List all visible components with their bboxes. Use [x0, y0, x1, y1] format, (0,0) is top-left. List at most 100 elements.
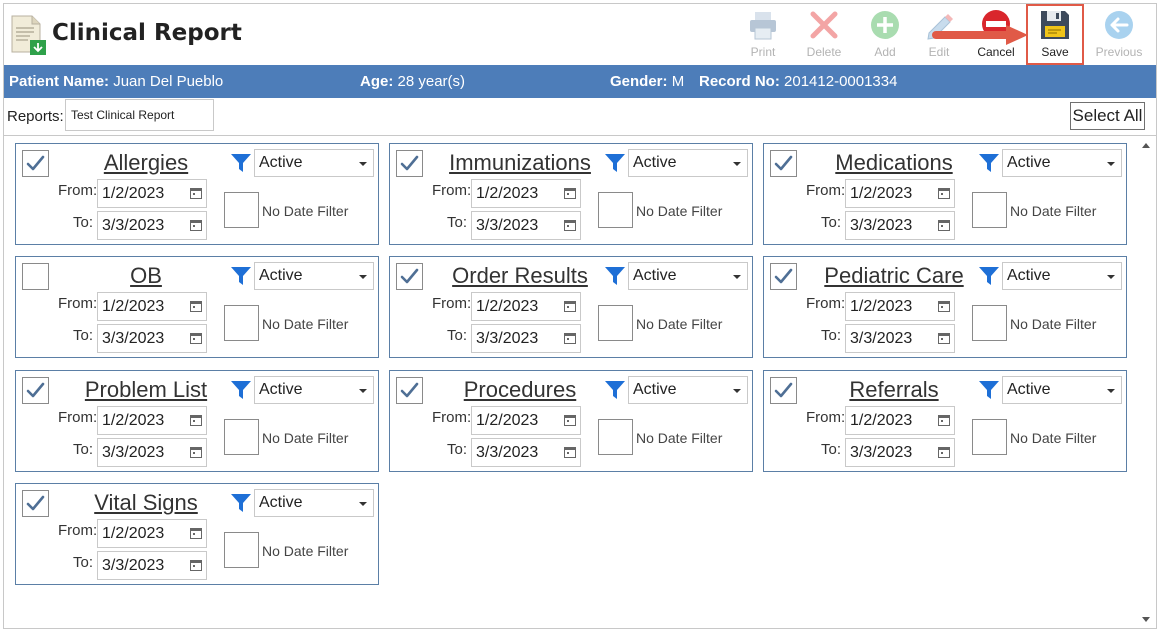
section-checkbox[interactable]: [22, 377, 49, 404]
to-date-field[interactable]: 3/3/2023: [845, 211, 955, 240]
previous-button[interactable]: Previous: [1091, 8, 1147, 64]
to-date-field[interactable]: 3/3/2023: [97, 211, 207, 240]
from-date-field[interactable]: 1/2/2023: [471, 406, 581, 435]
status-dropdown[interactable]: Active: [1002, 149, 1122, 177]
from-date-field[interactable]: 1/2/2023: [471, 179, 581, 208]
filter-icon[interactable]: [604, 379, 626, 401]
no-date-filter-checkbox[interactable]: [972, 305, 1007, 341]
section-title[interactable]: Order Results: [434, 263, 606, 289]
calendar-icon[interactable]: [190, 527, 202, 539]
filter-icon[interactable]: [604, 152, 626, 174]
calendar-icon[interactable]: [564, 414, 576, 426]
calendar-icon[interactable]: [938, 300, 950, 312]
no-date-filter-checkbox[interactable]: [972, 192, 1007, 228]
status-dropdown[interactable]: Active: [254, 262, 374, 290]
section-title[interactable]: Problem List: [60, 377, 232, 403]
section-title[interactable]: Allergies: [60, 150, 232, 176]
no-date-filter-checkbox[interactable]: [224, 192, 259, 228]
calendar-icon[interactable]: [564, 300, 576, 312]
status-dropdown[interactable]: Active: [628, 262, 748, 290]
section-title[interactable]: Procedures: [434, 377, 606, 403]
from-date-field[interactable]: 1/2/2023: [471, 292, 581, 321]
section-title[interactable]: OB: [60, 263, 232, 289]
no-date-filter-checkbox[interactable]: [224, 419, 259, 455]
calendar-icon[interactable]: [190, 219, 202, 231]
from-date-field[interactable]: 1/2/2023: [97, 179, 207, 208]
section-checkbox[interactable]: [396, 150, 423, 177]
filter-icon[interactable]: [978, 265, 1000, 287]
section-checkbox[interactable]: [22, 490, 49, 517]
calendar-icon[interactable]: [564, 446, 576, 458]
to-date-field[interactable]: 3/3/2023: [97, 438, 207, 467]
calendar-icon[interactable]: [564, 219, 576, 231]
status-dropdown[interactable]: Active: [254, 376, 374, 404]
calendar-icon[interactable]: [938, 332, 950, 344]
calendar-icon[interactable]: [190, 414, 202, 426]
calendar-icon[interactable]: [190, 559, 202, 571]
filter-icon[interactable]: [230, 265, 252, 287]
vertical-scrollbar[interactable]: [1138, 138, 1154, 626]
section-title[interactable]: Pediatric Care: [808, 263, 980, 289]
calendar-icon[interactable]: [564, 332, 576, 344]
to-date-field[interactable]: 3/3/2023: [97, 324, 207, 353]
from-date-field[interactable]: 1/2/2023: [97, 519, 207, 548]
scroll-down-arrow-icon[interactable]: [1142, 617, 1150, 622]
status-dropdown[interactable]: Active: [1002, 262, 1122, 290]
calendar-icon[interactable]: [190, 187, 202, 199]
select-all-button[interactable]: Select All: [1070, 102, 1145, 130]
from-date-field[interactable]: 1/2/2023: [97, 292, 207, 321]
print-button[interactable]: Print: [735, 8, 791, 64]
filter-icon[interactable]: [230, 152, 252, 174]
calendar-icon[interactable]: [938, 219, 950, 231]
status-dropdown[interactable]: Active: [254, 489, 374, 517]
section-checkbox[interactable]: [396, 263, 423, 290]
no-date-filter-checkbox[interactable]: [224, 305, 259, 341]
section-checkbox[interactable]: [22, 150, 49, 177]
no-date-filter-checkbox[interactable]: [972, 419, 1007, 455]
to-date-field[interactable]: 3/3/2023: [471, 211, 581, 240]
to-date-field[interactable]: 3/3/2023: [845, 324, 955, 353]
from-date-field[interactable]: 1/2/2023: [97, 406, 207, 435]
filter-icon[interactable]: [230, 492, 252, 514]
calendar-icon[interactable]: [190, 332, 202, 344]
filter-icon[interactable]: [604, 265, 626, 287]
status-dropdown[interactable]: Active: [1002, 376, 1122, 404]
to-date-field[interactable]: 3/3/2023: [845, 438, 955, 467]
section-title[interactable]: Vital Signs: [60, 490, 232, 516]
filter-icon[interactable]: [978, 379, 1000, 401]
status-dropdown[interactable]: Active: [628, 149, 748, 177]
add-button[interactable]: Add: [857, 8, 913, 64]
to-date-field[interactable]: 3/3/2023: [97, 551, 207, 580]
filter-icon[interactable]: [978, 152, 1000, 174]
section-title[interactable]: Immunizations: [434, 150, 606, 176]
no-date-filter-checkbox[interactable]: [598, 305, 633, 341]
to-date-field[interactable]: 3/3/2023: [471, 324, 581, 353]
no-date-filter-checkbox[interactable]: [598, 192, 633, 228]
calendar-icon[interactable]: [190, 446, 202, 458]
filter-icon[interactable]: [230, 379, 252, 401]
calendar-icon[interactable]: [938, 187, 950, 199]
calendar-icon[interactable]: [564, 187, 576, 199]
section-title[interactable]: Medications: [808, 150, 980, 176]
status-dropdown[interactable]: Active: [254, 149, 374, 177]
no-date-filter-checkbox[interactable]: [224, 532, 259, 568]
section-title[interactable]: Referrals: [808, 377, 980, 403]
reports-field[interactable]: Test Clinical Report: [65, 99, 214, 131]
status-dropdown[interactable]: Active: [628, 376, 748, 404]
section-checkbox[interactable]: [770, 377, 797, 404]
no-date-filter-checkbox[interactable]: [598, 419, 633, 455]
section-checkbox[interactable]: [396, 377, 423, 404]
from-label: From:: [58, 409, 98, 426]
calendar-icon[interactable]: [938, 414, 950, 426]
calendar-icon[interactable]: [190, 300, 202, 312]
section-checkbox[interactable]: [770, 263, 797, 290]
section-checkbox[interactable]: [770, 150, 797, 177]
delete-button[interactable]: Delete: [796, 8, 852, 64]
to-date-field[interactable]: 3/3/2023: [471, 438, 581, 467]
from-date-field[interactable]: 1/2/2023: [845, 406, 955, 435]
calendar-icon[interactable]: [938, 446, 950, 458]
section-checkbox[interactable]: [22, 263, 49, 290]
from-date-field[interactable]: 1/2/2023: [845, 292, 955, 321]
from-date-field[interactable]: 1/2/2023: [845, 179, 955, 208]
scroll-up-arrow-icon[interactable]: [1142, 143, 1150, 148]
